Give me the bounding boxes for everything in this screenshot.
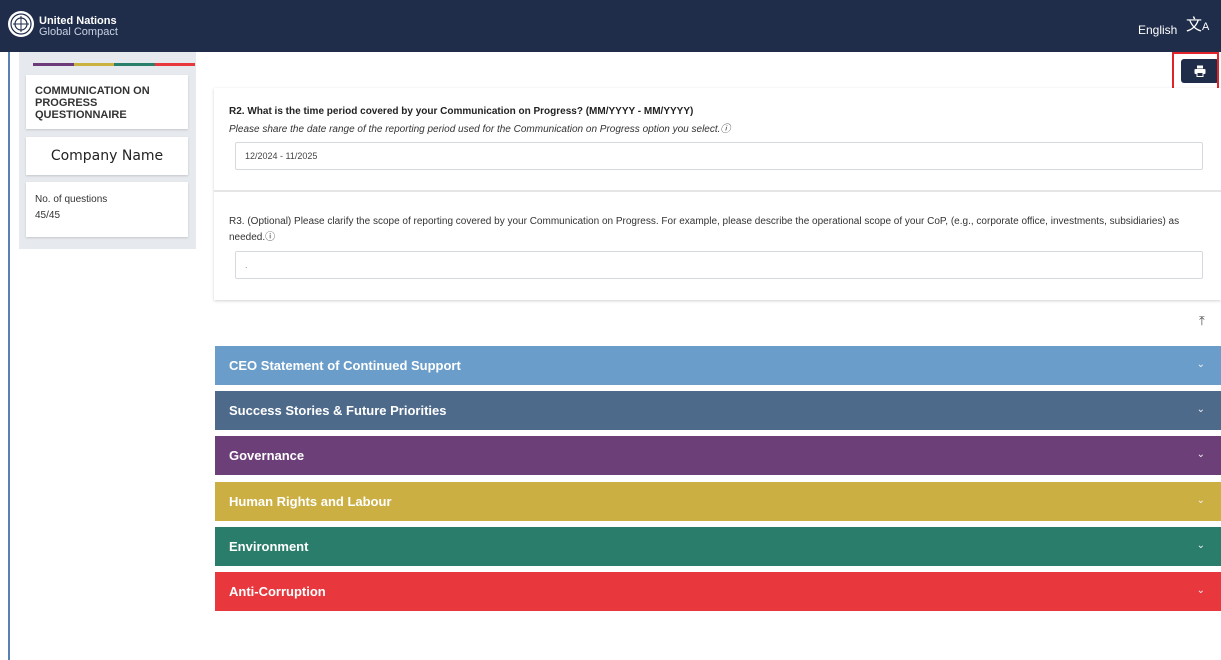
section-governance[interactable]: Governance ⌄ — [215, 436, 1221, 475]
language-selector[interactable]: English — [1138, 23, 1177, 37]
section-ceo-statement[interactable]: CEO Statement of Continued Support ⌄ — [215, 346, 1221, 385]
questionnaire-title-card: COMMUNICATION ON PROGRESS QUESTIONNAIRE — [26, 75, 188, 129]
section-label: CEO Statement of Continued Support — [229, 358, 461, 373]
info-icon[interactable]: ⓘ — [265, 232, 275, 243]
r3-scope-value: . — [245, 260, 248, 270]
back-to-top-icon[interactable]: ⤒ — [1199, 313, 1205, 329]
translate-icon[interactable]: 文A — [1186, 18, 1209, 35]
company-name-card: Company Name — [26, 137, 188, 175]
section-label: Environment — [229, 539, 309, 554]
question-r2-help: Please share the date range of the repor… — [229, 124, 731, 135]
section-anti-corruption[interactable]: Anti-Corruption ⌄ — [215, 572, 1221, 611]
stripe-green — [114, 63, 155, 66]
question-r3-title: R3. (Optional) Please clarify the scope … — [229, 216, 1180, 243]
top-bar: United Nations Global Compact English 文A — [0, 0, 1221, 52]
questionnaire-title: COMMUNICATION ON PROGRESS QUESTIONNAIRE — [35, 85, 150, 121]
question-divider — [214, 190, 1221, 192]
stripe-purple — [33, 63, 74, 66]
r2-date-range-value: 12/2024 - 11/2025 — [245, 151, 318, 161]
r2-date-range-input[interactable]: 12/2024 - 11/2025 — [235, 142, 1203, 170]
chevron-down-icon: ⌄ — [1196, 495, 1205, 506]
chevron-down-icon: ⌄ — [1196, 585, 1205, 596]
stripe-yellow — [73, 63, 114, 66]
chevron-down-icon: ⌄ — [1196, 540, 1205, 551]
section-success-stories[interactable]: Success Stories & Future Priorities ⌄ — [215, 391, 1221, 430]
question-count-value: 45/45 — [35, 210, 61, 221]
chevron-down-icon: ⌄ — [1196, 449, 1205, 460]
section-label: Human Rights and Labour — [229, 494, 392, 509]
brand-line-2: Global Compact — [39, 26, 118, 38]
brand-name: United Nations Global Compact — [39, 16, 118, 38]
print-highlight-box — [1172, 52, 1219, 90]
chevron-down-icon: ⌄ — [1196, 404, 1205, 415]
section-label: Success Stories & Future Priorities — [229, 403, 447, 418]
question-r2-title: R2. What is the time period covered by y… — [229, 106, 694, 117]
info-icon[interactable]: ⓘ — [720, 124, 730, 135]
left-edge-line — [8, 0, 10, 660]
r3-scope-input[interactable]: . — [235, 251, 1203, 279]
question-count-card: No. of questions 45/45 — [26, 182, 188, 237]
stripe-red — [154, 63, 195, 66]
company-name: Company Name — [50, 148, 164, 164]
section-label: Governance — [229, 448, 305, 463]
section-environment[interactable]: Environment ⌄ — [215, 527, 1221, 566]
chevron-down-icon: ⌄ — [1196, 359, 1205, 370]
section-label: Anti-Corruption — [229, 584, 326, 599]
section-human-rights-labour[interactable]: Human Rights and Labour ⌄ — [215, 482, 1221, 521]
un-logo-icon[interactable] — [8, 11, 34, 37]
color-stripe — [33, 63, 195, 66]
question-count-label: No. of questions — [35, 194, 108, 205]
